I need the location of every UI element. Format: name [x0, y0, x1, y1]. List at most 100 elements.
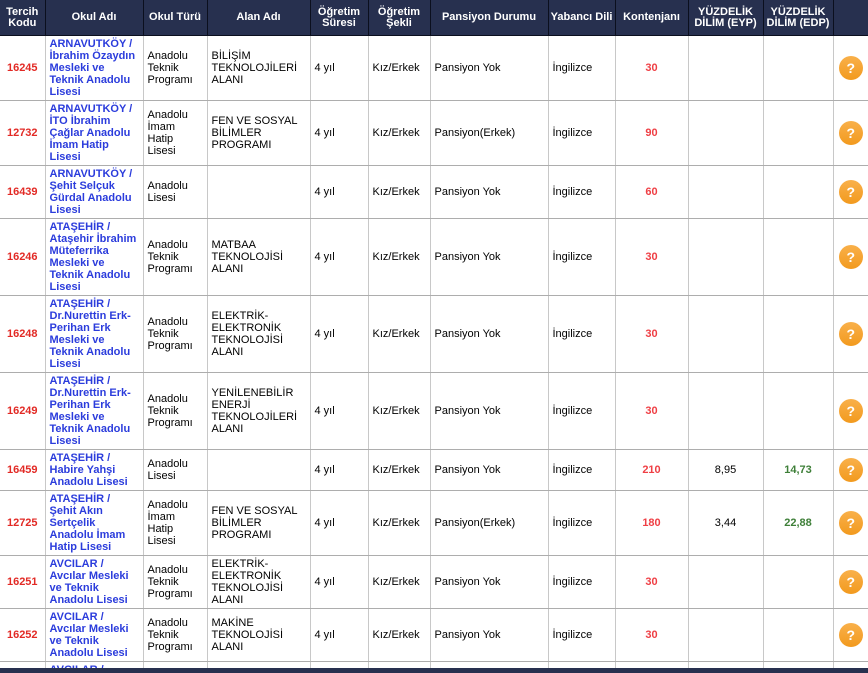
table-row: 16246 ATAŞEHİR / Ataşehir İbrahim Mütefe…	[0, 219, 868, 296]
eyp-value	[688, 166, 763, 219]
tercih-kodu-value: 16252	[0, 609, 45, 662]
kontenjan-value: 30	[615, 36, 688, 101]
column-header-yuzdelik-dilim-eyp: YÜZDELİK DİLİM (EYP)	[688, 0, 763, 36]
okul-turu-cell: Anadolu Teknik Programı	[143, 556, 207, 609]
eyp-value	[688, 101, 763, 166]
pansiyon-durumu-cell: Pansiyon(Erkek)	[430, 101, 548, 166]
school-name-link[interactable]: ATAŞEHİR / Dr.Nurettin Erk-Perihan Erk M…	[50, 375, 139, 447]
pansiyon-durumu-cell: Pansiyon Yok	[430, 219, 548, 296]
school-name-link[interactable]: AVCILAR / Avcılar Mesleki ve Teknik Anad…	[50, 611, 139, 659]
kontenjan-value: 180	[615, 491, 688, 556]
school-name-link[interactable]: ATAŞEHİR / Habire Yahşi Anadolu Lisesi	[50, 452, 139, 488]
school-name-link[interactable]: ARNAVUTKÖY / Şehit Selçuk Gürdal Anadolu…	[50, 168, 139, 216]
ogretim-suresi-cell: 4 yıl	[310, 556, 368, 609]
help-icon[interactable]: ?	[839, 458, 863, 482]
pansiyon-durumu-cell: Pansiyon Yok	[430, 450, 548, 491]
tercih-kodu-value: 16251	[0, 556, 45, 609]
kontenjan-value: 30	[615, 296, 688, 373]
column-header-yabanci-dili: Yabancı Dili	[548, 0, 615, 36]
edp-value	[763, 556, 833, 609]
column-header-tercih-kodu: Tercih Kodu	[0, 0, 45, 36]
ogretim-sekli-cell: Kız/Erkek	[368, 450, 430, 491]
table-row: 16249 ATAŞEHİR / Dr.Nurettin Erk-Perihan…	[0, 373, 868, 450]
column-header-pansiyon-durumu: Pansiyon Durumu	[430, 0, 548, 36]
column-header-help	[833, 0, 868, 36]
eyp-value	[688, 373, 763, 450]
edp-value	[763, 373, 833, 450]
yabanci-dili-cell: İngilizce	[548, 556, 615, 609]
school-name-link[interactable]: ATAŞEHİR / Dr.Nurettin Erk-Perihan Erk M…	[50, 298, 139, 370]
help-icon[interactable]: ?	[839, 623, 863, 647]
ogretim-suresi-cell: 4 yıl	[310, 450, 368, 491]
pansiyon-durumu-cell: Pansiyon(Erkek)	[430, 491, 548, 556]
school-name-link[interactable]: ARNAVUTKÖY / İTO İbrahim Çağlar Anadolu …	[50, 103, 139, 163]
yabanci-dili-cell: İngilizce	[548, 219, 615, 296]
eyp-value	[688, 36, 763, 101]
help-icon[interactable]: ?	[839, 322, 863, 346]
tercih-kodu-value: 16249	[0, 373, 45, 450]
tercih-kodu-value: 12725	[0, 491, 45, 556]
table-row: 16459 ATAŞEHİR / Habire Yahşi Anadolu Li…	[0, 450, 868, 491]
ogretim-sekli-cell: Kız/Erkek	[368, 36, 430, 101]
kontenjan-value: 30	[615, 373, 688, 450]
tercih-kodu-value: 16246	[0, 219, 45, 296]
help-icon[interactable]: ?	[839, 121, 863, 145]
alan-adi-cell: YENİLENEBİLİR ENERJİ TEKNOLOJİLERİ ALANI	[207, 373, 310, 450]
school-name-link[interactable]: AVCILAR / Avcılar Mesleki ve Teknik Anad…	[50, 558, 139, 606]
alan-adi-cell: MATBAA TEKNOLOJİSİ ALANI	[207, 219, 310, 296]
pansiyon-durumu-cell: Pansiyon Yok	[430, 36, 548, 101]
tercih-kodu-value: 16245	[0, 36, 45, 101]
eyp-value	[688, 609, 763, 662]
alan-adi-cell: FEN VE SOSYAL BİLİMLER PROGRAMI	[207, 101, 310, 166]
help-icon[interactable]: ?	[839, 570, 863, 594]
table-header: Tercih Kodu Okul Adı Okul Türü Alan Adı …	[0, 0, 868, 36]
okul-turu-cell: Anadolu İmam Hatip Lisesi	[143, 101, 207, 166]
kontenjan-value: 60	[615, 166, 688, 219]
help-icon[interactable]: ?	[839, 180, 863, 204]
kontenjan-value: 90	[615, 101, 688, 166]
ogretim-suresi-cell: 4 yıl	[310, 101, 368, 166]
tercih-kodu-value: 16248	[0, 296, 45, 373]
eyp-value: 8,95	[688, 450, 763, 491]
okul-turu-cell: Anadolu Teknik Programı	[143, 373, 207, 450]
ogretim-sekli-cell: Kız/Erkek	[368, 609, 430, 662]
ogretim-suresi-cell: 4 yıl	[310, 296, 368, 373]
alan-adi-cell	[207, 166, 310, 219]
column-header-alan-adi: Alan Adı	[207, 0, 310, 36]
okul-turu-cell: Anadolu Teknik Programı	[143, 36, 207, 101]
eyp-value	[688, 219, 763, 296]
alan-adi-cell: ELEKTRİK-ELEKTRONİK TEKNOLOJİSİ ALANI	[207, 556, 310, 609]
eyp-value	[688, 296, 763, 373]
school-name-link[interactable]: ATAŞEHİR / Şehit Akın Sertçelik Anadolu …	[50, 493, 139, 553]
school-name-link[interactable]: ATAŞEHİR / Ataşehir İbrahim Müteferrika …	[50, 221, 139, 293]
okul-turu-cell: Anadolu Teknik Programı	[143, 609, 207, 662]
ogretim-sekli-cell: Kız/Erkek	[368, 101, 430, 166]
column-header-okul-turu: Okul Türü	[143, 0, 207, 36]
alan-adi-cell	[207, 450, 310, 491]
alan-adi-cell: ELEKTRİK-ELEKTRONİK TEKNOLOJİSİ ALANI	[207, 296, 310, 373]
help-icon[interactable]: ?	[839, 245, 863, 269]
yabanci-dili-cell: İngilizce	[548, 373, 615, 450]
ogretim-sekli-cell: Kız/Erkek	[368, 373, 430, 450]
tercih-kodu-value: 16459	[0, 450, 45, 491]
school-preference-table: Tercih Kodu Okul Adı Okul Türü Alan Adı …	[0, 0, 868, 673]
table-row: 16252 AVCILAR / Avcılar Mesleki ve Tekni…	[0, 609, 868, 662]
yabanci-dili-cell: İngilizce	[548, 609, 615, 662]
help-icon[interactable]: ?	[839, 56, 863, 80]
alan-adi-cell: FEN VE SOSYAL BİLİMLER PROGRAMI	[207, 491, 310, 556]
edp-value: 14,73	[763, 450, 833, 491]
school-preference-page: Tercih Kodu Okul Adı Okul Türü Alan Adı …	[0, 0, 868, 673]
pansiyon-durumu-cell: Pansiyon Yok	[430, 296, 548, 373]
help-icon[interactable]: ?	[839, 399, 863, 423]
column-header-okul-adi: Okul Adı	[45, 0, 143, 36]
eyp-value: 3,44	[688, 491, 763, 556]
ogretim-sekli-cell: Kız/Erkek	[368, 556, 430, 609]
okul-turu-cell: Anadolu Lisesi	[143, 450, 207, 491]
edp-value	[763, 101, 833, 166]
yabanci-dili-cell: İngilizce	[548, 36, 615, 101]
help-icon[interactable]: ?	[839, 511, 863, 535]
school-name-link[interactable]: ARNAVUTKÖY / İbrahim Özaydın Mesleki ve …	[50, 38, 139, 98]
column-header-ogretim-sekli: Öğretim Şekli	[368, 0, 430, 36]
okul-turu-cell: Anadolu Teknik Programı	[143, 219, 207, 296]
kontenjan-value: 210	[615, 450, 688, 491]
